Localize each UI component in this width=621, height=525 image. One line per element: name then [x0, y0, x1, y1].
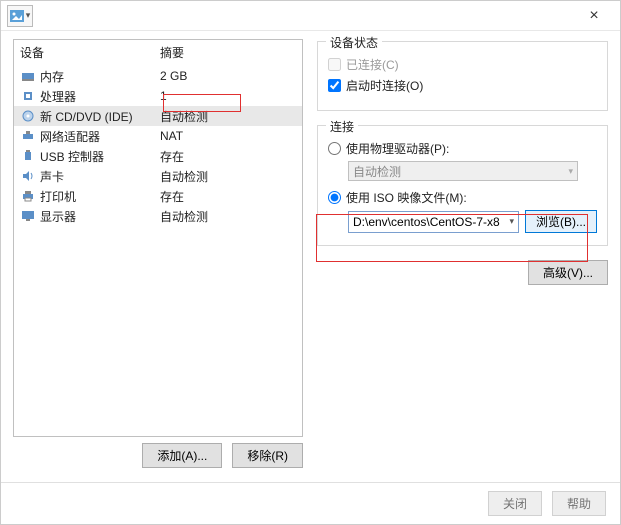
titlebar: ▾ ×: [1, 1, 620, 31]
use-iso-row[interactable]: 使用 ISO 映像文件(M):: [328, 189, 597, 206]
device-row[interactable]: 处理器1: [14, 86, 302, 106]
chevron-down-icon: ▾: [26, 10, 31, 21]
add-button[interactable]: 添加(A)...: [142, 443, 222, 468]
physical-drive-value: 自动检测: [353, 163, 401, 180]
device-summary: 自动检测: [160, 108, 296, 125]
connected-label: 已连接(C): [346, 56, 399, 73]
device-row[interactable]: 声卡自动检测: [14, 166, 302, 186]
left-pane: 设备 摘要 内存2 GB处理器1新 CD/DVD (IDE)自动检测网络适配器N…: [13, 39, 303, 468]
connection-group: 连接 使用物理驱动器(P): 自动检测 ▾ 使用 ISO 映像文件(M):: [317, 125, 608, 246]
device-name: 内存: [40, 68, 160, 85]
use-physical-label: 使用物理驱动器(P):: [346, 140, 449, 157]
iso-path-value: D:\env\centos\CentOS-7-x8: [353, 215, 500, 229]
right-pane: 设备状态 已连接(C) 启动时连接(O) 连接 使用物理驱动器(P):: [317, 39, 608, 468]
memory-icon: [20, 69, 36, 83]
net-icon: [20, 129, 36, 143]
connect-on-start-label: 启动时连接(O): [346, 77, 423, 94]
printer-icon: [20, 189, 36, 203]
device-name: USB 控制器: [40, 148, 160, 165]
device-name: 打印机: [40, 188, 160, 205]
device-summary: 存在: [160, 148, 296, 165]
close-dialog-button[interactable]: 关闭: [488, 491, 542, 516]
device-name: 网络适配器: [40, 128, 160, 145]
cd-icon: [20, 109, 36, 123]
settings-dialog: ▾ × 设备 摘要 内存2 GB处理器1新 CD/DVD (IDE)自动检测网络…: [0, 0, 621, 525]
device-row[interactable]: 显示器自动检测: [14, 206, 302, 226]
close-button[interactable]: ×: [574, 2, 614, 30]
chevron-down-icon: ▾: [568, 166, 573, 177]
device-summary: 自动检测: [160, 208, 296, 225]
help-button[interactable]: 帮助: [552, 491, 606, 516]
device-summary: 1: [160, 89, 296, 103]
device-name: 新 CD/DVD (IDE): [40, 108, 160, 125]
advanced-button[interactable]: 高级(V)...: [528, 260, 608, 285]
device-row[interactable]: 打印机存在: [14, 186, 302, 206]
display-icon: [20, 209, 36, 223]
usb-icon: [20, 149, 36, 163]
chevron-down-icon: ▾: [509, 216, 514, 227]
dialog-footer: 关闭 帮助: [1, 482, 620, 524]
remove-button[interactable]: 移除(R): [232, 443, 303, 468]
connect-on-start-checkbox[interactable]: [328, 79, 341, 92]
physical-drive-combo: 自动检测 ▾: [348, 161, 578, 181]
device-summary: 2 GB: [160, 69, 296, 83]
browse-button[interactable]: 浏览(B)...: [525, 210, 597, 233]
header-device: 设备: [20, 44, 160, 61]
sound-icon: [20, 169, 36, 183]
device-row[interactable]: USB 控制器存在: [14, 146, 302, 166]
device-row[interactable]: 内存2 GB: [14, 66, 302, 86]
image-icon: [10, 10, 24, 22]
header-summary: 摘要: [160, 44, 296, 61]
use-iso-radio[interactable]: [328, 191, 341, 204]
device-name: 显示器: [40, 208, 160, 225]
device-summary: 存在: [160, 188, 296, 205]
device-row[interactable]: 新 CD/DVD (IDE)自动检测: [14, 106, 302, 126]
group-title-connection: 连接: [326, 118, 358, 135]
connect-on-start-row[interactable]: 启动时连接(O): [328, 77, 597, 94]
device-list: 设备 摘要 内存2 GB处理器1新 CD/DVD (IDE)自动检测网络适配器N…: [13, 39, 303, 437]
cpu-icon: [20, 89, 36, 103]
device-list-header: 设备 摘要: [14, 40, 302, 66]
device-summary: NAT: [160, 129, 296, 143]
use-physical-row[interactable]: 使用物理驱动器(P):: [328, 140, 597, 157]
connected-checkbox: [328, 58, 341, 71]
device-status-group: 设备状态 已连接(C) 启动时连接(O): [317, 41, 608, 111]
device-name: 声卡: [40, 168, 160, 185]
group-title-status: 设备状态: [326, 34, 382, 51]
device-name: 处理器: [40, 88, 160, 105]
device-row[interactable]: 网络适配器NAT: [14, 126, 302, 146]
device-summary: 自动检测: [160, 168, 296, 185]
use-iso-label: 使用 ISO 映像文件(M):: [346, 189, 467, 206]
window-icon-dropdown[interactable]: ▾: [7, 5, 33, 27]
iso-path-combo[interactable]: D:\env\centos\CentOS-7-x8 ▾: [348, 211, 519, 233]
use-physical-radio[interactable]: [328, 142, 341, 155]
connected-checkbox-row: 已连接(C): [328, 56, 597, 73]
